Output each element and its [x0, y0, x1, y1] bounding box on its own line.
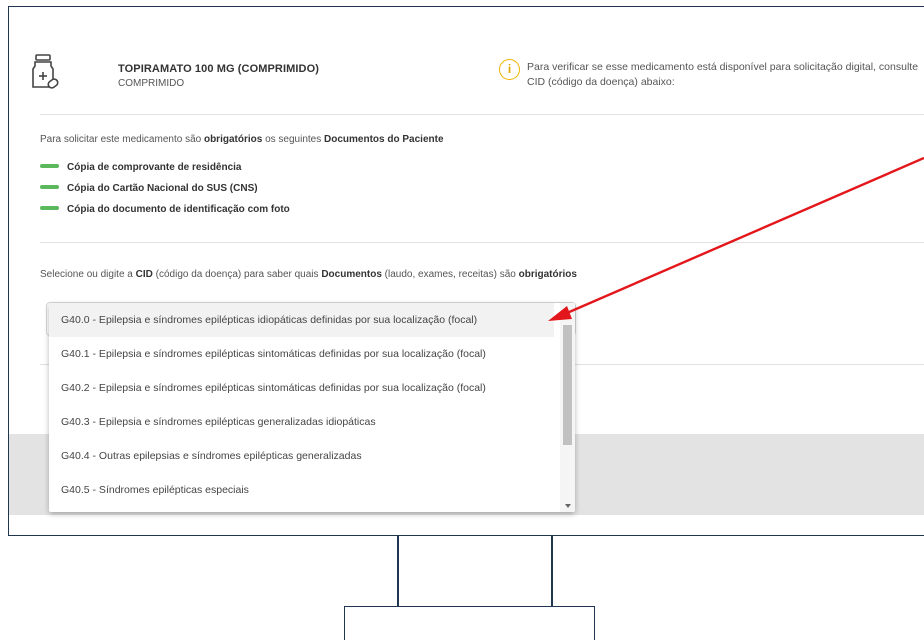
- scrollbar-thumb[interactable]: [563, 325, 572, 445]
- medicine-bottle-icon: [32, 54, 59, 89]
- divider: [40, 114, 924, 115]
- info-text: Para verificar se esse medicamento está …: [527, 61, 919, 88]
- medicine-name: TOPIRAMATO 100 MG (COMPRIMIDO): [118, 63, 320, 75]
- medicine-form: COMPRIMIDO: [118, 78, 185, 89]
- cid-title: Selecione ou digite a CID (código da doe…: [40, 269, 577, 280]
- cid-option-g40-4[interactable]: G40.4 - Outras epilepsias e síndromes ep…: [49, 439, 554, 473]
- green-dash-icon: [40, 206, 59, 211]
- cid-option-g40-2[interactable]: G40.2 - Epilepsia e síndromes epiléptica…: [49, 371, 554, 405]
- document-item: Cópia do Cartão Nacional do SUS (CNS): [40, 183, 258, 194]
- scroll-down-arrow-icon[interactable]: [565, 504, 571, 508]
- cid-option-g40-1[interactable]: G40.1 - Epilepsia e síndromes epiléptica…: [49, 337, 554, 371]
- monitor-stand-right: [551, 535, 553, 607]
- cid-option-g40-0[interactable]: G40.0 - Epilepsia e síndromes epiléptica…: [49, 303, 554, 337]
- document-item: Cópia do documento de identificação com …: [40, 204, 290, 215]
- cid-option-g40-5[interactable]: G40.5 - Síndromes epilépticas especiais: [49, 473, 554, 507]
- required-documents-title: Para solicitar este medicamento são obri…: [40, 134, 444, 145]
- app-screen: TOPIRAMATO 100 MG (COMPRIMIDO) COMPRIMID…: [9, 7, 924, 535]
- green-dash-icon: [40, 164, 59, 169]
- document-item: Cópia de comprovante de residência: [40, 162, 242, 173]
- green-dash-icon: [40, 185, 59, 190]
- cid-option-g40-3[interactable]: G40.3 - Epilepsia e síndromes epiléptica…: [49, 405, 554, 439]
- cid-dropdown-list[interactable]: G40.0 - Epilepsia e síndromes epiléptica…: [49, 303, 575, 512]
- dropdown-scrollbar[interactable]: [560, 303, 575, 512]
- divider: [40, 242, 924, 243]
- info-icon: i: [499, 59, 520, 80]
- monitor-stand-left: [397, 535, 399, 607]
- bottom-bar: [9, 515, 924, 535]
- monitor-base: [344, 606, 595, 640]
- monitor-frame: TOPIRAMATO 100 MG (COMPRIMIDO) COMPRIMID…: [8, 6, 924, 536]
